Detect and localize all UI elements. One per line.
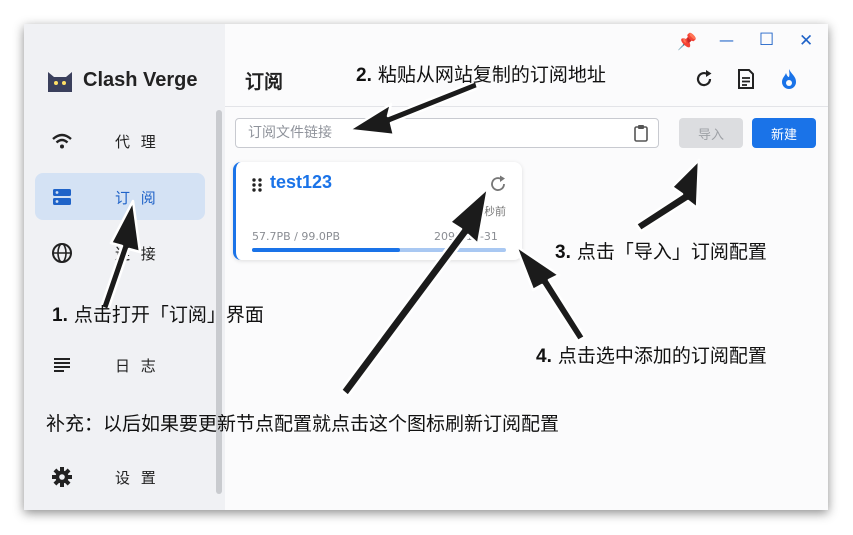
clipboard-icon[interactable] bbox=[634, 124, 648, 146]
cat-logo-icon bbox=[48, 72, 72, 92]
main-panel: 📌 — ☐ ✕ 订阅 订阅文件链接 导入 新建 test123 秒前 57.7P… bbox=[225, 24, 828, 510]
profile-usage: 57.7PB / 99.0PB bbox=[252, 230, 341, 243]
sidebar-item-label: 代 理 bbox=[115, 133, 159, 151]
annotation-step-3: 3. 点击「导入」订阅配置 bbox=[555, 241, 767, 263]
minimize-button[interactable]: — bbox=[719, 31, 734, 49]
refresh-profile-icon[interactable] bbox=[489, 175, 507, 197]
usage-progress-fill bbox=[252, 248, 401, 252]
storage-icon bbox=[51, 186, 73, 208]
import-button[interactable]: 导入 bbox=[679, 118, 743, 148]
annotation-step-1: 1. 点击打开「订阅」界面 bbox=[52, 304, 264, 326]
globe-icon bbox=[51, 242, 73, 264]
list-icon bbox=[51, 354, 73, 376]
subscription-url-input[interactable] bbox=[246, 124, 630, 142]
header-divider bbox=[225, 106, 828, 107]
annotation-note: 补充：以后如果要更新节点配置就点击这个图标刷新订阅配置 bbox=[46, 413, 560, 435]
new-profile-button[interactable]: 新建 bbox=[752, 118, 816, 148]
sidebar-item-proxy[interactable]: 代 理 bbox=[35, 117, 205, 164]
app-name: Clash Verge bbox=[83, 68, 198, 91]
sidebar-item-label: 设 置 bbox=[115, 469, 159, 487]
fire-icon[interactable] bbox=[778, 68, 800, 90]
app-window: Clash Verge 代 理 订 阅 连 接 日 志 设 置 📌 — ☐ ✕ … bbox=[24, 24, 828, 510]
close-button[interactable]: ✕ bbox=[799, 31, 813, 51]
page-title: 订阅 bbox=[245, 71, 284, 93]
refresh-all-icon[interactable] bbox=[693, 68, 715, 90]
sidebar-item-logs[interactable]: 日 志 bbox=[35, 341, 205, 388]
sidebar-item-label: 日 志 bbox=[115, 357, 159, 375]
profile-name: test123 bbox=[270, 172, 333, 192]
document-icon[interactable] bbox=[735, 68, 757, 90]
app-logo: Clash Verge bbox=[45, 66, 198, 94]
sidebar: Clash Verge 代 理 订 阅 连 接 日 志 设 置 bbox=[24, 24, 225, 510]
profile-card[interactable]: test123 秒前 57.7PB / 99.0PB 2099-12-31 bbox=[233, 162, 522, 260]
annotation-step-2: 2. 粘贴从网站复制的订阅地址 bbox=[356, 64, 606, 86]
sidebar-item-label: 连 接 bbox=[115, 245, 159, 263]
usage-progress-bar bbox=[252, 248, 506, 252]
subscription-url-field[interactable] bbox=[235, 118, 659, 148]
sidebar-item-settings[interactable]: 设 置 bbox=[35, 453, 205, 500]
sidebar-item-profiles[interactable]: 订 阅 bbox=[35, 173, 205, 220]
profile-updated-time: 秒前 bbox=[484, 205, 506, 218]
wifi-icon bbox=[51, 130, 73, 152]
maximize-button[interactable]: ☐ bbox=[759, 30, 774, 50]
sidebar-item-connections[interactable]: 连 接 bbox=[35, 229, 205, 276]
sidebar-item-label: 订 阅 bbox=[115, 189, 159, 207]
profile-expire-date: 2099-12-31 bbox=[434, 230, 498, 243]
annotation-step-4: 4. 点击选中添加的订阅配置 bbox=[536, 345, 767, 367]
pin-button[interactable]: 📌 bbox=[677, 32, 697, 51]
drag-handle-icon[interactable] bbox=[251, 177, 263, 192]
gear-icon bbox=[51, 466, 73, 488]
